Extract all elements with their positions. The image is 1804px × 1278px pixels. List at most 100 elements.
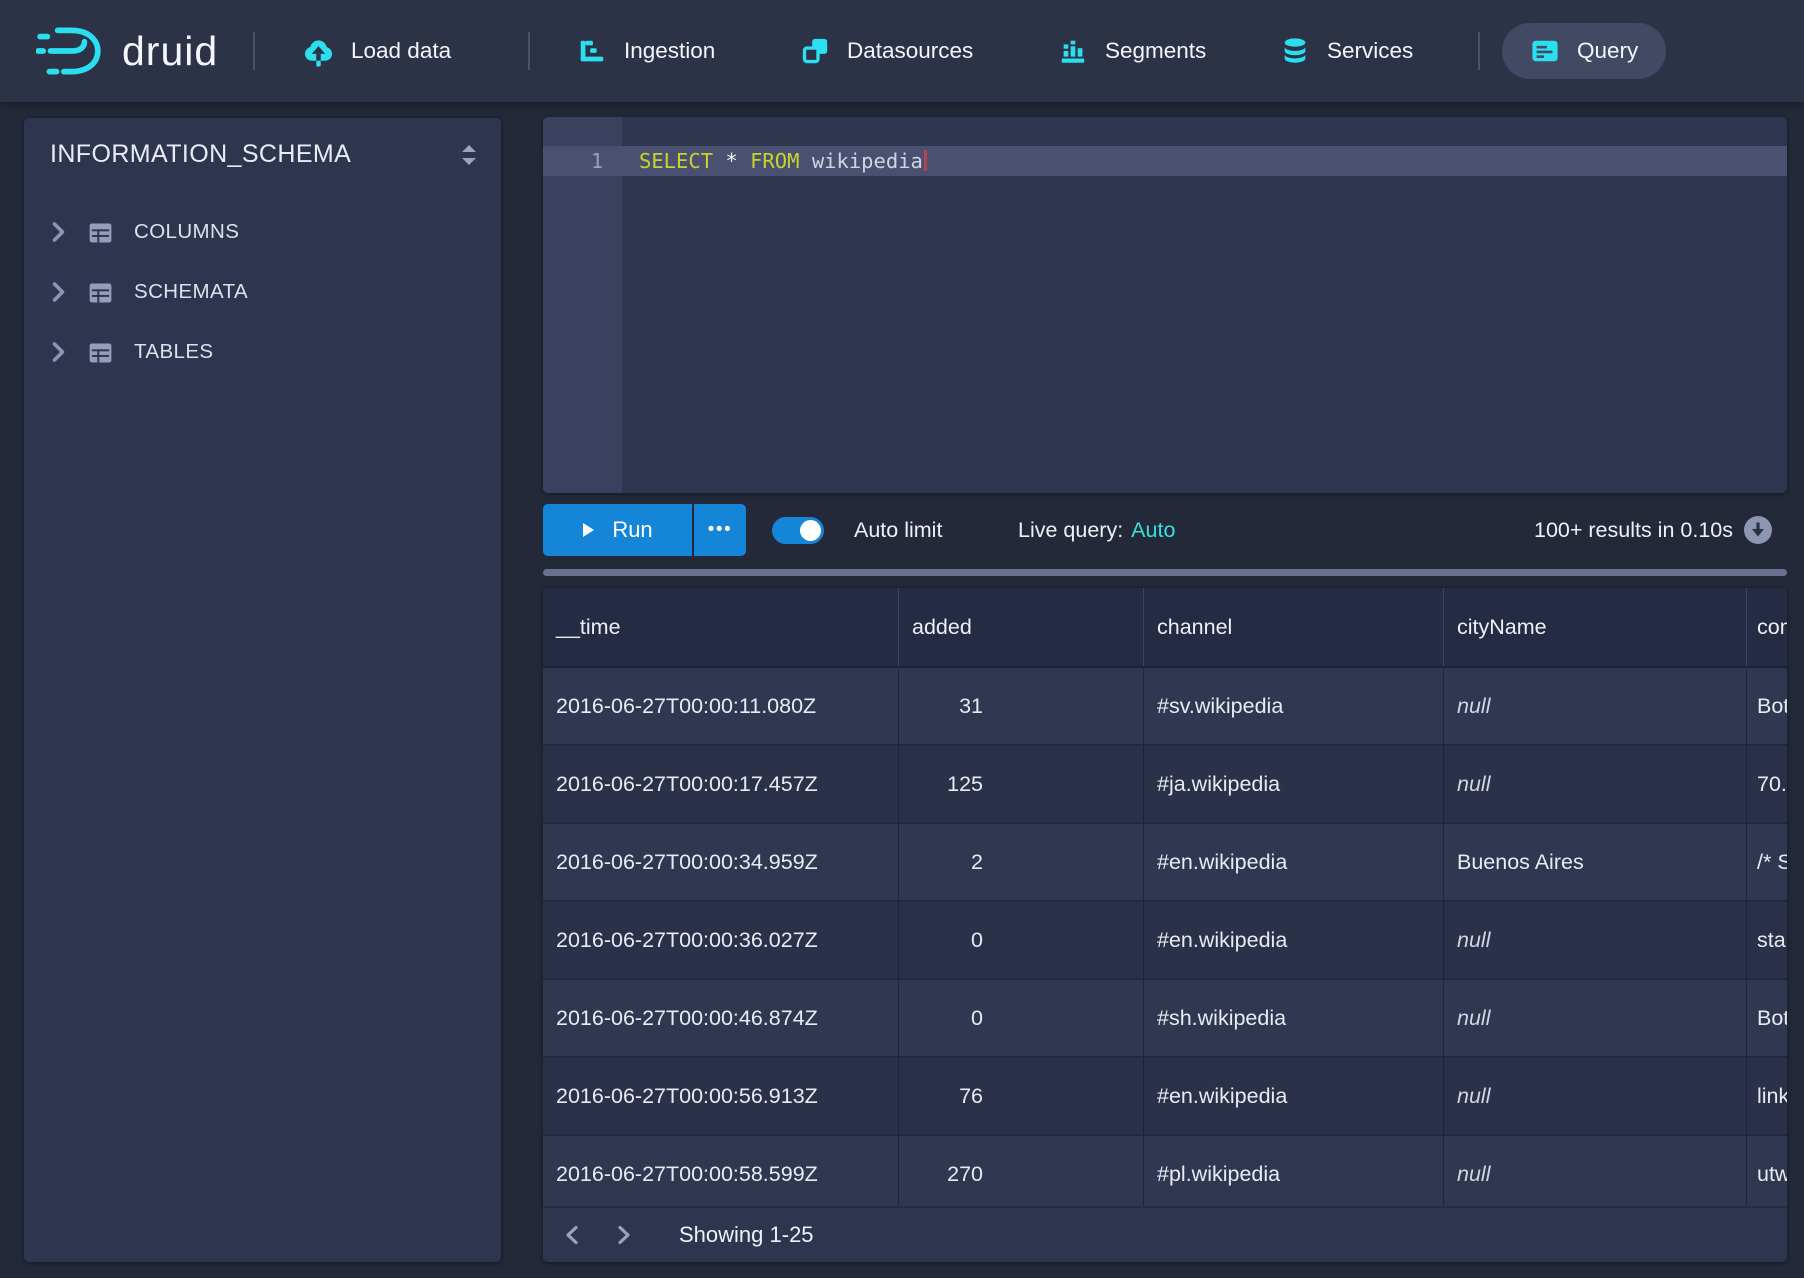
nav-item-ingestion[interactable]: Ingestion xyxy=(577,0,715,102)
sql-editor[interactable]: 1 SELECT * FROM wikipedia xyxy=(543,117,1787,493)
cell-channel[interactable]: #sh.wikipedia xyxy=(1144,980,1444,1056)
cell-added[interactable]: 2 xyxy=(899,824,1144,900)
cell-comment[interactable]: sta xyxy=(1747,902,1787,978)
druid-logo-text: druid xyxy=(122,28,218,75)
cell-channel[interactable]: #ja.wikipedia xyxy=(1144,746,1444,822)
segments-icon xyxy=(1058,36,1088,66)
run-button[interactable]: Run xyxy=(543,504,692,556)
cell-cityName[interactable]: Buenos Aires xyxy=(1444,824,1747,900)
cell-comment[interactable]: /* S xyxy=(1747,824,1787,900)
nav-item-label: Ingestion xyxy=(624,38,715,64)
cell-time[interactable]: 2016-06-27T00:00:17.457Z xyxy=(543,746,899,822)
cell-cityName[interactable]: null xyxy=(1444,1058,1747,1134)
table-horizontal-scrollbar[interactable] xyxy=(543,569,1787,576)
cell-added[interactable]: 0 xyxy=(899,902,1144,978)
sidebar-item-columns[interactable]: COLUMNS xyxy=(24,202,501,262)
sidebar-item-label: COLUMNS xyxy=(134,220,239,244)
nav-divider xyxy=(253,32,255,70)
cell-added[interactable]: 31 xyxy=(899,668,1144,744)
null-value: null xyxy=(1457,928,1490,952)
column-header-added[interactable]: added xyxy=(899,588,1144,666)
cell-cityName[interactable]: null xyxy=(1444,1136,1747,1212)
table-row: 2016-06-27T00:00:11.080Z31#sv.wikipedia n… xyxy=(543,668,1787,746)
table-row: 2016-06-27T00:00:34.959Z2#en.wikipediaBu… xyxy=(543,824,1787,902)
cell-time[interactable]: 2016-06-27T00:00:58.599Z xyxy=(543,1136,899,1212)
cloud-upload-icon xyxy=(303,36,334,67)
live-query-selector[interactable]: Live query: Auto xyxy=(1018,504,1175,556)
cell-time[interactable]: 2016-06-27T00:00:34.959Z xyxy=(543,824,899,900)
auto-limit-label: Auto limit xyxy=(854,504,942,556)
sidebar-item-label: SCHEMATA xyxy=(134,280,248,304)
druid-console: druid Load data Ingestion Datasources Se… xyxy=(0,0,1804,1278)
toggle-knob xyxy=(800,520,821,541)
cell-channel[interactable]: #en.wikipedia xyxy=(1144,1058,1444,1134)
druid-logo[interactable]: druid xyxy=(36,0,218,102)
sidebar-item-schemata[interactable]: SCHEMATA xyxy=(24,262,501,322)
chevron-right-pg-icon xyxy=(617,1225,631,1245)
auto-limit-toggle[interactable] xyxy=(772,517,824,544)
cell-cityName[interactable]: null xyxy=(1444,668,1747,744)
cell-time[interactable]: 2016-06-27T00:00:56.913Z xyxy=(543,1058,899,1134)
cell-cityName[interactable]: null xyxy=(1444,746,1747,822)
cell-comment[interactable]: utw xyxy=(1747,1136,1787,1212)
cell-time[interactable]: 2016-06-27T00:00:46.874Z xyxy=(543,980,899,1056)
cell-added[interactable]: 76 xyxy=(899,1058,1144,1134)
editor-line-number: 1 xyxy=(543,146,603,176)
cell-comment[interactable]: 70. xyxy=(1747,746,1787,822)
column-header-comment[interactable]: comment xyxy=(1747,588,1787,666)
sidebar-item-label: TABLES xyxy=(134,340,214,364)
cell-added[interactable]: 125 xyxy=(899,746,1144,822)
cell-cityName[interactable]: null xyxy=(1444,902,1747,978)
druid-logo-icon xyxy=(36,23,104,79)
cell-comment[interactable]: Bot xyxy=(1747,668,1787,744)
null-value: null xyxy=(1457,694,1490,718)
nav-item-label: Services xyxy=(1327,38,1413,64)
pagination-prev-button[interactable] xyxy=(557,1217,587,1253)
null-value: null xyxy=(1457,772,1490,796)
nav-item-load-data[interactable]: Load data xyxy=(303,0,451,102)
cell-added[interactable]: 0 xyxy=(899,980,1144,1056)
cell-time[interactable]: 2016-06-27T00:00:36.027Z xyxy=(543,902,899,978)
column-header-time[interactable]: __time xyxy=(543,588,899,666)
column-header-channel[interactable]: channel xyxy=(1144,588,1444,666)
nav-divider xyxy=(1478,32,1480,70)
table-icon xyxy=(86,278,115,307)
download-results-button[interactable] xyxy=(1744,516,1772,544)
top-nav: druid Load data Ingestion Datasources Se… xyxy=(0,0,1804,102)
cell-channel[interactable]: #pl.wikipedia xyxy=(1144,1136,1444,1212)
sql-token-plain xyxy=(713,149,725,173)
table-row: 2016-06-27T00:00:36.027Z0#en.wikipedia nu… xyxy=(543,902,1787,980)
pagination-next-button[interactable] xyxy=(609,1217,639,1253)
results-table: __timeaddedchannelcityNamecomment 2016-0… xyxy=(543,588,1787,1262)
live-query-label: Live query: xyxy=(1018,518,1123,542)
results-table-header: __timeaddedchannelcityNamecomment xyxy=(543,588,1787,668)
cell-time[interactable]: 2016-06-27T00:00:11.080Z xyxy=(543,668,899,744)
nav-item-datasources[interactable]: Datasources xyxy=(800,0,973,102)
chevron-right-icon xyxy=(50,341,67,363)
column-header-cityName[interactable]: cityName xyxy=(1444,588,1747,666)
results-table-footer: Showing 1-25 xyxy=(543,1206,1787,1262)
schema-tree: COLUMNS SCHEMATA TABLES xyxy=(24,202,501,382)
nav-item-label: Datasources xyxy=(847,38,973,64)
cell-comment[interactable]: Bot xyxy=(1747,980,1787,1056)
nav-item-segments[interactable]: Segments xyxy=(1058,0,1206,102)
cell-channel[interactable]: #en.wikipedia xyxy=(1144,824,1444,900)
ingestion-icon xyxy=(577,36,607,66)
nav-item-services[interactable]: Services xyxy=(1280,0,1413,102)
sidebar-item-tables[interactable]: TABLES xyxy=(24,322,501,382)
sql-query-text[interactable]: SELECT * FROM wikipedia xyxy=(639,146,927,176)
live-query-value: Auto xyxy=(1131,518,1175,542)
cell-cityName[interactable]: null xyxy=(1444,980,1747,1056)
pagination-status: Showing 1-25 xyxy=(679,1222,814,1248)
query-icon xyxy=(1530,37,1560,65)
chevron-right-icon xyxy=(50,221,67,243)
cell-channel[interactable]: #sv.wikipedia xyxy=(1144,668,1444,744)
cell-channel[interactable]: #en.wikipedia xyxy=(1144,902,1444,978)
nav-item-query[interactable]: Query xyxy=(1502,23,1666,79)
cell-added[interactable]: 270 xyxy=(899,1136,1144,1212)
cell-comment[interactable]: link xyxy=(1747,1058,1787,1134)
run-more-button[interactable]: ••• xyxy=(694,504,746,556)
more-icon: ••• xyxy=(708,519,732,541)
schema-selector-value: INFORMATION_SCHEMA xyxy=(50,140,351,169)
schema-selector[interactable]: INFORMATION_SCHEMA xyxy=(24,118,501,169)
